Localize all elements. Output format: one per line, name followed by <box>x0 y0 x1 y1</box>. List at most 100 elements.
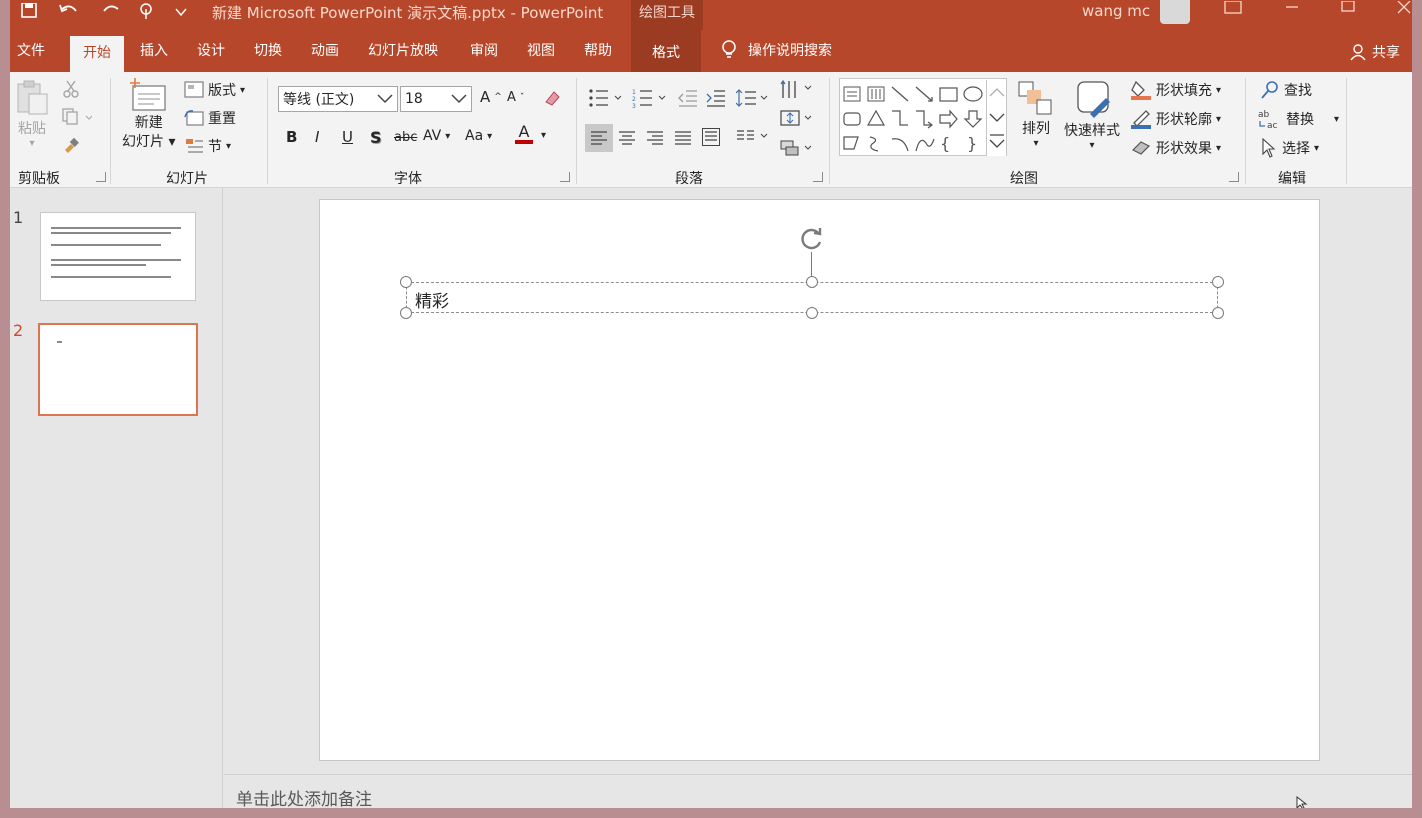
copy-icon[interactable] <box>62 108 92 126</box>
save-icon[interactable] <box>20 0 38 24</box>
touch-mode-icon[interactable] <box>138 0 158 24</box>
textbox-text[interactable]: 精彩 <box>415 287 449 312</box>
distributed-icon[interactable] <box>702 128 720 146</box>
cursor-icon <box>1262 138 1276 158</box>
user-name[interactable]: wang mc <box>1082 2 1150 20</box>
change-case-icon[interactable]: Aa ▾ <box>465 128 492 144</box>
tab-view[interactable]: 视图 <box>527 40 555 60</box>
italic-icon[interactable]: I <box>315 128 319 146</box>
font-color-dropdown-icon[interactable]: ▾ <box>541 130 546 141</box>
align-right-icon[interactable] <box>646 130 664 146</box>
strikethrough-icon[interactable]: abc <box>394 130 417 145</box>
tab-review[interactable]: 审阅 <box>470 40 498 60</box>
underline-icon[interactable]: U <box>342 128 353 146</box>
paragraph-group-label: 段落 <box>675 171 703 187</box>
ribbon-display-icon[interactable] <box>1224 0 1242 19</box>
tab-transitions[interactable]: 切换 <box>254 40 282 60</box>
slide-canvas[interactable]: 精彩 <box>319 199 1320 761</box>
resize-handle-top-right[interactable] <box>1212 276 1224 288</box>
slide-thumbnail-1[interactable] <box>40 212 196 301</box>
tab-help[interactable]: 帮助 <box>584 40 612 60</box>
shape-effects-button[interactable]: 形状效果 ▾ <box>1130 138 1221 158</box>
align-text-icon[interactable] <box>780 108 814 128</box>
arrange-button[interactable]: 排列 ▾ <box>1018 80 1054 149</box>
tab-animations[interactable]: 动画 <box>311 40 339 60</box>
paragraph-launcher-icon[interactable] <box>813 172 823 182</box>
text-direction-icon[interactable] <box>780 78 814 100</box>
replace-icon: abac <box>1258 110 1278 130</box>
maximize-icon[interactable] <box>1340 0 1356 19</box>
share-button[interactable]: 共享 <box>1350 42 1400 62</box>
notes-pane[interactable]: 单击此处添加备注 <box>224 774 1412 808</box>
paint-bucket-icon <box>1131 80 1151 100</box>
smartart-icon[interactable] <box>780 138 814 158</box>
replace-button[interactable]: ab ac 替换 ▾ <box>1258 108 1339 130</box>
tab-insert[interactable]: 插入 <box>140 40 168 60</box>
tab-design[interactable]: 设计 <box>197 40 225 60</box>
resize-handle-top-left[interactable] <box>400 276 412 288</box>
increase-indent-icon[interactable] <box>706 88 726 108</box>
cut-icon[interactable] <box>62 80 80 98</box>
justify-icon[interactable] <box>674 130 692 146</box>
ribbon: 粘贴 ▾ 剪贴板 新建 幻灯片 ▾ 版式 ▾ 重置 节 ▾ 幻灯片 等线 (正文… <box>10 72 1412 188</box>
bullets-icon[interactable] <box>588 88 624 108</box>
customize-qat-icon[interactable] <box>175 0 187 24</box>
quick-styles-button[interactable]: 快速样式 ▾ <box>1064 80 1120 151</box>
font-name-value: 等线 (正文) <box>283 92 355 108</box>
drawing-launcher-icon[interactable] <box>1229 172 1239 182</box>
avatar[interactable] <box>1160 0 1190 24</box>
decrease-indent-icon[interactable] <box>678 88 698 108</box>
rotate-handle-icon[interactable] <box>799 226 825 256</box>
resize-handle-bottom[interactable] <box>806 307 818 319</box>
font-size-select[interactable]: 18 <box>400 86 472 112</box>
undo-icon[interactable] <box>58 0 80 24</box>
tab-format[interactable]: 格式 <box>631 30 701 72</box>
find-button[interactable]: 查找 <box>1260 80 1312 100</box>
clear-formatting-icon[interactable] <box>542 88 562 108</box>
new-slide-label-2: 幻灯片 <box>122 134 164 150</box>
chevron-down-icon <box>451 94 467 104</box>
numbering-icon[interactable]: 123 <box>632 88 668 108</box>
line-spacing-icon[interactable] <box>736 88 770 108</box>
lightbulb-icon <box>722 40 736 58</box>
gallery-scroll[interactable] <box>986 80 1006 156</box>
close-icon[interactable] <box>1396 0 1412 19</box>
divider <box>1245 78 1246 184</box>
align-left-icon[interactable] <box>585 124 613 152</box>
shrink-font-icon[interactable]: Aˇ <box>507 90 524 105</box>
clipboard-launcher-icon[interactable] <box>96 172 106 182</box>
ribbon-tabs: 文件 开始 插入 设计 切换 动画 幻灯片放映 审阅 视图 帮助 格式 操作说明… <box>10 30 1412 72</box>
align-center-icon[interactable] <box>618 130 636 146</box>
font-group-label: 字体 <box>394 171 422 187</box>
shapes-gallery[interactable]: { } <box>839 78 1007 156</box>
new-slide-button[interactable]: 新建 幻灯片 ▾ <box>122 78 175 152</box>
font-color-icon[interactable]: A <box>515 124 533 144</box>
redo-icon[interactable] <box>100 0 122 24</box>
svg-text:ac: ac <box>1267 121 1278 130</box>
resize-handle-top[interactable] <box>806 276 818 288</box>
layout-button[interactable]: 版式 ▾ <box>184 80 245 100</box>
select-button[interactable]: 选择 ▾ <box>1260 138 1319 158</box>
character-spacing-icon[interactable]: AV ▾ <box>423 128 450 144</box>
tab-file[interactable]: 文件 <box>17 40 45 60</box>
reset-button[interactable]: 重置 <box>184 108 236 128</box>
tab-home[interactable]: 开始 <box>70 36 124 72</box>
resize-handle-bottom-left[interactable] <box>400 307 412 319</box>
font-launcher-icon[interactable] <box>560 172 570 182</box>
svg-text:}: } <box>967 134 977 153</box>
tell-me-search[interactable]: 操作说明搜索 <box>720 40 832 60</box>
shape-fill-button[interactable]: 形状填充 ▾ <box>1130 80 1221 100</box>
slide-thumbnail-2[interactable] <box>38 323 198 416</box>
paste-button[interactable]: 粘贴 ▾ <box>15 80 49 149</box>
section-button[interactable]: 节 ▾ <box>184 136 231 156</box>
bold-icon[interactable]: B <box>286 128 297 146</box>
grow-font-icon[interactable]: A ^ <box>480 88 502 106</box>
format-painter-icon[interactable] <box>62 136 80 154</box>
minimize-icon[interactable] <box>1284 0 1300 19</box>
shape-outline-button[interactable]: 形状轮廓 ▾ <box>1130 109 1221 129</box>
tab-slideshow[interactable]: 幻灯片放映 <box>368 40 438 60</box>
shadow-icon[interactable]: S <box>370 128 382 147</box>
font-name-select[interactable]: 等线 (正文) <box>278 86 398 112</box>
columns-icon[interactable] <box>736 128 772 146</box>
resize-handle-bottom-right[interactable] <box>1212 307 1224 319</box>
